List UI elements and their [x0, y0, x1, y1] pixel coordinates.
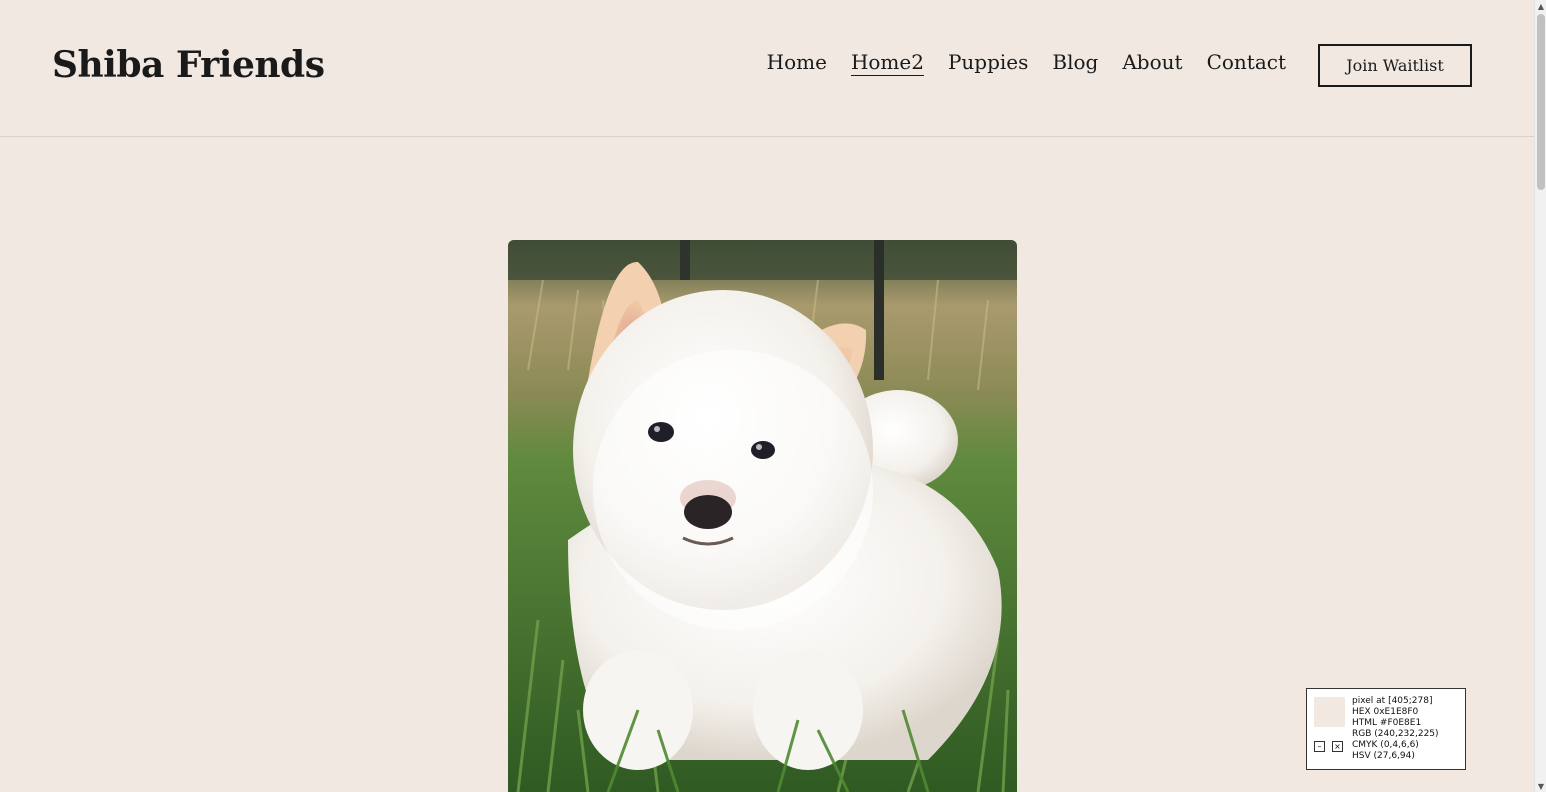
nav-home2[interactable]: Home2: [850, 50, 924, 76]
nav-contact[interactable]: Contact: [1207, 50, 1286, 76]
readout-rgb: RGB (240,232,225): [1352, 729, 1439, 739]
close-button[interactable]: ×: [1332, 741, 1343, 752]
minimize-button[interactable]: –: [1314, 741, 1325, 752]
nav-home[interactable]: Home: [767, 50, 827, 76]
site-logo[interactable]: Shiba Friends: [52, 44, 325, 86]
readout-cmyk: CMYK (0,4,6,6): [1352, 740, 1419, 750]
scrollbar-thumb[interactable]: [1537, 14, 1545, 190]
nav-about[interactable]: About: [1122, 50, 1182, 76]
readout-html: HTML #F0E8E1: [1352, 718, 1422, 728]
color-picker-panel: pixel at [405;278] HEX 0xE1E8F0 HTML #F0…: [1306, 688, 1466, 770]
readout-hsv: HSV (27,6,94): [1352, 751, 1415, 761]
site-header: Shiba Friends Home Home2 Puppies Blog Ab…: [0, 0, 1534, 137]
readout-pixel: pixel at [405;278]: [1352, 696, 1433, 706]
page: Shiba Friends Home Home2 Puppies Blog Ab…: [0, 0, 1534, 792]
color-swatch: [1314, 697, 1345, 727]
join-waitlist-button[interactable]: Join Waitlist: [1318, 44, 1472, 87]
white-shiba-puppy-photo-icon: [508, 240, 1017, 792]
color-readout: pixel at [405;278] HEX 0xE1E8F0 HTML #F0…: [1352, 696, 1439, 762]
scroll-up-arrow-icon[interactable]: ▲: [1535, 0, 1546, 12]
page-scrollbar[interactable]: ▲ ▼: [1534, 0, 1546, 792]
hero-puppy-image: [508, 240, 1017, 792]
nav-puppies[interactable]: Puppies: [948, 50, 1028, 76]
main-nav: Home Home2 Puppies Blog About Contact: [767, 50, 1286, 76]
scroll-down-arrow-icon[interactable]: ▼: [1535, 780, 1546, 792]
nav-blog[interactable]: Blog: [1052, 50, 1098, 76]
readout-hex: HEX 0xE1E8F0: [1352, 707, 1419, 717]
